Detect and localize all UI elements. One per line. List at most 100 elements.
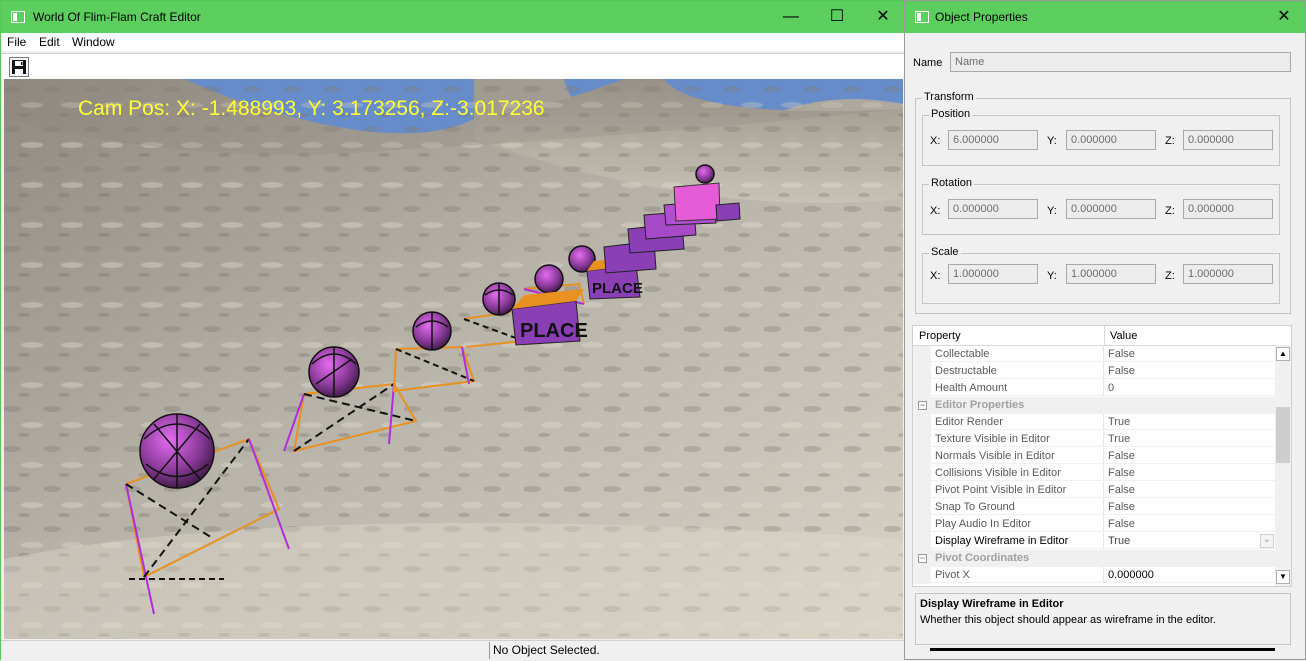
editor-titlebar[interactable]: World Of Flim-Flam Craft Editor — ☐ ✕ <box>1 1 904 33</box>
property-name: Normals Visible in Editor <box>931 448 1104 464</box>
collapse-icon[interactable]: − <box>918 401 927 410</box>
property-name: Display Wireframe in Editor <box>931 533 1104 549</box>
description-text: Whether this object should appear as wir… <box>920 614 1216 626</box>
scroll-down-icon[interactable]: ▼ <box>1276 570 1290 584</box>
scene-render: PLACE PLACE Cam Pos: X: -1.488993, Y: 3.… <box>4 79 903 639</box>
resize-splitter[interactable] <box>930 648 1275 651</box>
scale-y-label: Y: <box>1047 270 1057 282</box>
properties-close-button[interactable]: ✕ <box>1261 1 1306 33</box>
property-grid-header: Property Value <box>913 326 1291 346</box>
properties-titlebar[interactable]: Object Properties ✕ <box>905 1 1305 33</box>
scale-z-field[interactable]: 1.000000 <box>1183 264 1273 284</box>
property-value[interactable]: True <box>1104 431 1275 447</box>
cam-pos-readout: Cam Pos: X: -1.488993, Y: 3.173256, Z:-3… <box>78 97 545 120</box>
dropdown-chevron-icon[interactable]: ⌄ <box>1260 534 1274 548</box>
position-y-field[interactable]: 0.000000 <box>1066 130 1156 150</box>
property-row[interactable]: Pivot X 0.000000 <box>913 567 1275 584</box>
category-name: Pivot Coordinates <box>935 552 1030 564</box>
property-value[interactable]: False <box>1104 516 1275 532</box>
category-name: Editor Properties <box>935 399 1025 411</box>
property-grid: Property Value Collectable False Destruc… <box>912 325 1292 587</box>
property-name: Texture Visible in Editor <box>931 431 1104 447</box>
property-value[interactable]: False <box>1104 465 1275 481</box>
property-value[interactable]: False <box>1104 448 1275 464</box>
property-name: Play Audio In Editor <box>931 516 1104 532</box>
property-row[interactable]: Texture Visible in Editor True <box>913 431 1275 448</box>
property-row[interactable]: Editor Render True <box>913 414 1275 431</box>
svg-text:PLACE: PLACE <box>520 320 588 342</box>
property-name: Pivot X <box>931 567 1104 583</box>
editor-title: World Of Flim-Flam Craft Editor <box>33 10 201 24</box>
editor-window: World Of Flim-Flam Craft Editor — ☐ ✕ Fi… <box>0 0 905 661</box>
3d-viewport[interactable]: PLACE PLACE Cam Pos: X: -1.488993, Y: 3.… <box>4 79 903 639</box>
property-value[interactable]: True <box>1104 533 1275 549</box>
menu-file[interactable]: File <box>7 35 26 49</box>
property-row[interactable]: Play Audio In Editor False <box>913 516 1275 533</box>
property-name: Collectable <box>931 346 1104 362</box>
scale-label: Scale <box>929 246 961 258</box>
property-value[interactable]: True <box>1104 414 1275 430</box>
property-column-header[interactable]: Property <box>919 330 961 342</box>
menu-bar: File Edit Window <box>1 33 904 51</box>
rotation-x-label: X: <box>930 205 941 217</box>
name-field[interactable]: Name <box>950 52 1291 72</box>
minimize-button[interactable]: — <box>768 1 814 33</box>
rotation-label: Rotation <box>929 177 974 189</box>
property-row[interactable]: Collectable False <box>913 346 1275 363</box>
transform-label: Transform <box>922 91 976 103</box>
scroll-thumb[interactable] <box>1276 407 1290 463</box>
save-icon <box>12 60 26 74</box>
menu-edit[interactable]: Edit <box>39 35 60 49</box>
property-row[interactable]: Health Amount 0 <box>913 380 1275 397</box>
value-column-header[interactable]: Value <box>1110 330 1137 342</box>
property-value[interactable]: False <box>1104 346 1275 362</box>
status-bar: No Object Selected. <box>1 640 904 661</box>
property-name: Snap To Ground <box>931 499 1104 515</box>
scale-x-field[interactable]: 1.000000 <box>948 264 1038 284</box>
property-name: Destructable <box>931 363 1104 379</box>
property-row[interactable]: Pivot Point Visible in Editor False <box>913 482 1275 499</box>
property-name: Editor Render <box>931 414 1104 430</box>
rotation-z-field[interactable]: 0.000000 <box>1183 199 1273 219</box>
property-name: Collisions Visible in Editor <box>931 465 1104 481</box>
scroll-up-icon[interactable]: ▲ <box>1276 347 1290 361</box>
rotation-y-label: Y: <box>1047 205 1057 217</box>
menu-window[interactable]: Window <box>72 35 115 49</box>
save-button[interactable] <box>9 57 29 77</box>
property-row[interactable]: Snap To Ground False <box>913 499 1275 516</box>
property-value[interactable]: 0 <box>1104 380 1275 396</box>
close-button[interactable]: ✕ <box>860 1 906 33</box>
property-grid-scrollbar[interactable]: ▲ ▼ <box>1275 345 1291 586</box>
category-row-pivot-coordinates[interactable]: − Pivot Coordinates <box>913 550 1275 567</box>
property-value[interactable]: 0.000000 <box>1104 567 1275 583</box>
scale-y-field[interactable]: 1.000000 <box>1066 264 1156 284</box>
property-row[interactable]: Normals Visible in Editor False <box>913 448 1275 465</box>
position-x-label: X: <box>930 135 941 147</box>
rotation-y-field[interactable]: 0.000000 <box>1066 199 1156 219</box>
rotation-x-field[interactable]: 0.000000 <box>948 199 1038 219</box>
position-z-label: Z: <box>1165 135 1175 147</box>
property-row[interactable]: Destructable False <box>913 363 1275 380</box>
properties-window-icon <box>915 11 929 23</box>
position-label: Position <box>929 108 973 120</box>
collapse-icon[interactable]: − <box>918 554 927 563</box>
toolbar <box>1 53 904 80</box>
property-name: Health Amount <box>931 380 1104 396</box>
property-name: Pivot Point Visible in Editor <box>931 482 1104 498</box>
property-row[interactable]: Collisions Visible in Editor False <box>913 465 1275 482</box>
position-z-field[interactable]: 0.000000 <box>1183 130 1273 150</box>
app-window-icon <box>11 11 25 23</box>
scale-x-label: X: <box>930 270 941 282</box>
category-row-editor-properties[interactable]: − Editor Properties <box>913 397 1275 414</box>
position-y-label: Y: <box>1047 135 1057 147</box>
position-x-field[interactable]: 6.000000 <box>948 130 1038 150</box>
svg-text:PLACE: PLACE <box>592 280 643 297</box>
description-title: Display Wireframe in Editor <box>920 598 1064 610</box>
scale-z-label: Z: <box>1165 270 1175 282</box>
property-value[interactable]: False <box>1104 482 1275 498</box>
status-text: No Object Selected. <box>489 642 909 659</box>
property-value[interactable]: False <box>1104 499 1275 515</box>
property-row-selected[interactable]: Display Wireframe in Editor True ⌄ <box>913 533 1275 550</box>
maximize-button[interactable]: ☐ <box>814 1 860 33</box>
property-value[interactable]: False <box>1104 363 1275 379</box>
